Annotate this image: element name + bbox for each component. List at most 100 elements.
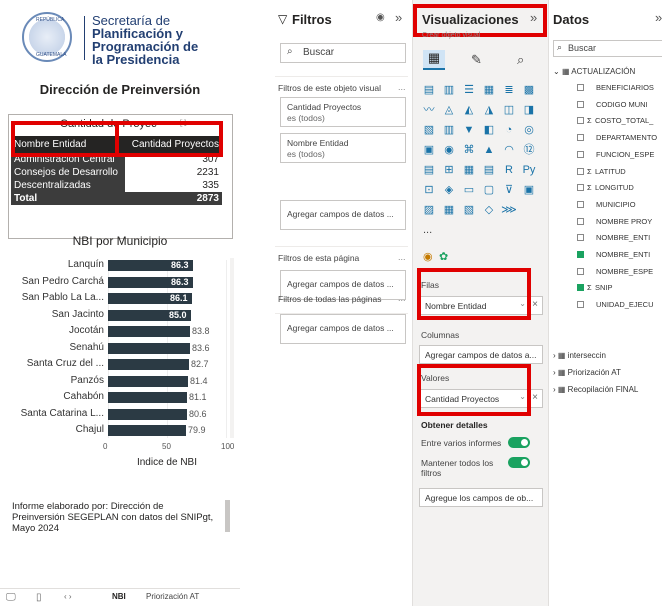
visual-type-icon[interactable]: ⊞ bbox=[441, 162, 457, 178]
more-visuals-icon[interactable]: ... bbox=[423, 224, 432, 236]
visual-type-icon[interactable]: R bbox=[501, 162, 517, 178]
table-interseccin[interactable]: › ▦ interseccin bbox=[553, 351, 606, 360]
visual-type-icon[interactable]: ≣ bbox=[501, 82, 517, 98]
field-checkbox[interactable] bbox=[577, 200, 584, 208]
visual-type-icon[interactable]: ◎ bbox=[521, 122, 537, 138]
columns-field-well[interactable]: Agregar campos de datos a... bbox=[419, 345, 543, 364]
bar[interactable] bbox=[108, 425, 186, 436]
field-checkbox[interactable] bbox=[577, 284, 584, 292]
visual-type-icon[interactable]: ◫ bbox=[501, 102, 517, 118]
add-fields-all[interactable]: Agregar campos de datos ... bbox=[280, 314, 406, 344]
field-checkbox[interactable] bbox=[577, 100, 584, 108]
more-icon[interactable]: ... bbox=[398, 252, 406, 262]
visual-type-icon[interactable]: ▥ bbox=[441, 82, 457, 98]
visual-type-icon[interactable]: ⋙ bbox=[501, 202, 517, 218]
tab-priorizacion[interactable]: Priorización AT bbox=[146, 592, 199, 601]
visual-type-icon[interactable]: ▩ bbox=[521, 82, 537, 98]
visual-type-icon[interactable]: ▤ bbox=[421, 162, 437, 178]
visual-type-icon[interactable]: ▢ bbox=[481, 182, 497, 198]
visual-type-icon[interactable]: ▦ bbox=[461, 162, 477, 178]
visual-type-icon[interactable]: ▤ bbox=[481, 162, 497, 178]
field-checkbox[interactable] bbox=[577, 150, 584, 158]
field-name[interactable]: COSTO_TOTAL_ bbox=[595, 116, 653, 125]
bar[interactable] bbox=[108, 375, 188, 387]
visual-type-icon[interactable]: ⌘ bbox=[461, 142, 477, 158]
field-name[interactable]: MUNICIPIO bbox=[596, 200, 636, 209]
field-checkbox[interactable] bbox=[577, 167, 584, 175]
add-fields-visual[interactable]: Agregar campos de datos ... bbox=[280, 200, 406, 230]
cross-report-toggle[interactable] bbox=[508, 437, 530, 448]
monitor-icon[interactable]: 🖵 bbox=[6, 592, 16, 603]
visual-type-icon[interactable]: ⊡ bbox=[421, 182, 437, 198]
bar[interactable] bbox=[108, 359, 189, 370]
field-name[interactable]: UNIDAD_EJECU bbox=[596, 300, 654, 309]
filter-card-cantidad[interactable]: Cantidad Proyectos es (todos) bbox=[280, 97, 406, 127]
field-name[interactable]: LONGITUD bbox=[595, 183, 634, 192]
close-icon[interactable]: × bbox=[532, 392, 538, 403]
field-checkbox[interactable] bbox=[577, 117, 584, 125]
visual-type-icon[interactable]: ◨ bbox=[521, 102, 537, 118]
visual-type-icon[interactable]: ◬ bbox=[441, 102, 457, 118]
visual-type-icon[interactable]: ▼ bbox=[461, 122, 477, 138]
page-icon[interactable]: ▯ bbox=[36, 592, 42, 603]
visual-type-icon[interactable]: ▣ bbox=[521, 182, 537, 198]
visual-type-icon[interactable]: ▭ bbox=[461, 182, 477, 198]
nav-arrows-icon[interactable]: ‹ › bbox=[64, 592, 72, 601]
chart-scrollbar[interactable] bbox=[230, 258, 234, 438]
bar[interactable] bbox=[108, 408, 187, 420]
build-visual-tab-icon[interactable]: ▦ bbox=[423, 50, 445, 70]
visual-type-icon[interactable]: ⊽ bbox=[501, 182, 517, 198]
filters-search-input[interactable]: ⌕ Buscar bbox=[280, 43, 406, 63]
tab-nbi[interactable]: NBI bbox=[112, 592, 126, 601]
visual-type-icon[interactable]: ◧ bbox=[481, 122, 497, 138]
ai-visual-icon[interactable]: ✿ bbox=[439, 250, 448, 263]
visual-type-icon[interactable]: ⑫ bbox=[521, 142, 537, 158]
field-checkbox[interactable] bbox=[577, 234, 584, 242]
field-name[interactable]: LATITUD bbox=[595, 167, 626, 176]
visual-type-icon[interactable]: ◈ bbox=[441, 182, 457, 198]
more-icon[interactable]: ... bbox=[398, 82, 406, 92]
filter-card-nombre[interactable]: Nombre Entidad es (todos) bbox=[280, 133, 406, 163]
field-checkbox[interactable] bbox=[577, 251, 584, 258]
visual-type-icon[interactable]: ◔ bbox=[501, 122, 517, 138]
visual-type-icon[interactable]: ◭ bbox=[461, 102, 477, 118]
table-actualizacion[interactable]: ⌄ ▦ ACTUALIZACIÓN bbox=[553, 67, 635, 76]
visual-type-icon[interactable]: ◠ bbox=[501, 142, 517, 158]
visual-type-icon[interactable]: 〰 bbox=[421, 102, 437, 118]
field-name[interactable]: SNIP bbox=[595, 283, 613, 292]
field-name[interactable]: BENEFICIARIOS bbox=[596, 83, 654, 92]
format-visual-tab-icon[interactable]: ✎ bbox=[471, 52, 482, 68]
bar[interactable] bbox=[108, 326, 190, 337]
field-checkbox[interactable] bbox=[577, 134, 584, 142]
table-row[interactable]: Descentralizadas 335 bbox=[11, 179, 222, 192]
field-name[interactable]: NOMBRE_ENTI bbox=[596, 233, 650, 242]
visual-type-icon[interactable]: ◉ bbox=[441, 142, 457, 158]
table-priorizacion[interactable]: › ▦ Priorización AT bbox=[553, 368, 621, 377]
field-checkbox[interactable] bbox=[577, 267, 584, 275]
field-name[interactable]: NOMBRE PROY bbox=[596, 217, 652, 226]
close-icon[interactable]: × bbox=[532, 299, 538, 310]
field-checkbox[interactable] bbox=[577, 301, 584, 309]
more-icon[interactable]: ... bbox=[398, 293, 406, 303]
visual-type-icon[interactable]: ▲ bbox=[481, 142, 497, 158]
field-name[interactable]: NOMBRE_ESPE bbox=[596, 267, 653, 276]
visual-type-icon[interactable]: ▦ bbox=[481, 82, 497, 98]
field-checkbox[interactable] bbox=[577, 84, 584, 91]
bar[interactable] bbox=[108, 342, 190, 354]
visual-type-icon[interactable]: ◮ bbox=[481, 102, 497, 118]
visual-type-icon[interactable]: ▨ bbox=[421, 202, 437, 218]
field-name[interactable]: NOMBRE_ENTI bbox=[596, 250, 650, 259]
field-checkbox[interactable] bbox=[577, 184, 584, 192]
field-name[interactable]: CODIGO MUNI bbox=[596, 100, 648, 109]
visual-type-icon[interactable]: ▦ bbox=[441, 202, 457, 218]
table-row[interactable]: Consejos de Desarrollo 2231 bbox=[11, 166, 222, 179]
visual-type-icon[interactable]: ☰ bbox=[461, 82, 477, 98]
data-search-input[interactable]: ⌕ Buscar bbox=[553, 40, 662, 57]
visual-type-icon[interactable]: ▣ bbox=[421, 142, 437, 158]
table-recopilacion[interactable]: › ▦ Recopilación FINAL bbox=[553, 385, 638, 394]
eye-icon[interactable]: ◉ bbox=[376, 12, 385, 23]
visual-type-icon[interactable]: ▧ bbox=[461, 202, 477, 218]
collapse-filters-icon[interactable]: » bbox=[395, 10, 402, 25]
custom-visual-icon[interactable]: ◉ bbox=[423, 250, 433, 263]
bar[interactable] bbox=[108, 392, 187, 403]
